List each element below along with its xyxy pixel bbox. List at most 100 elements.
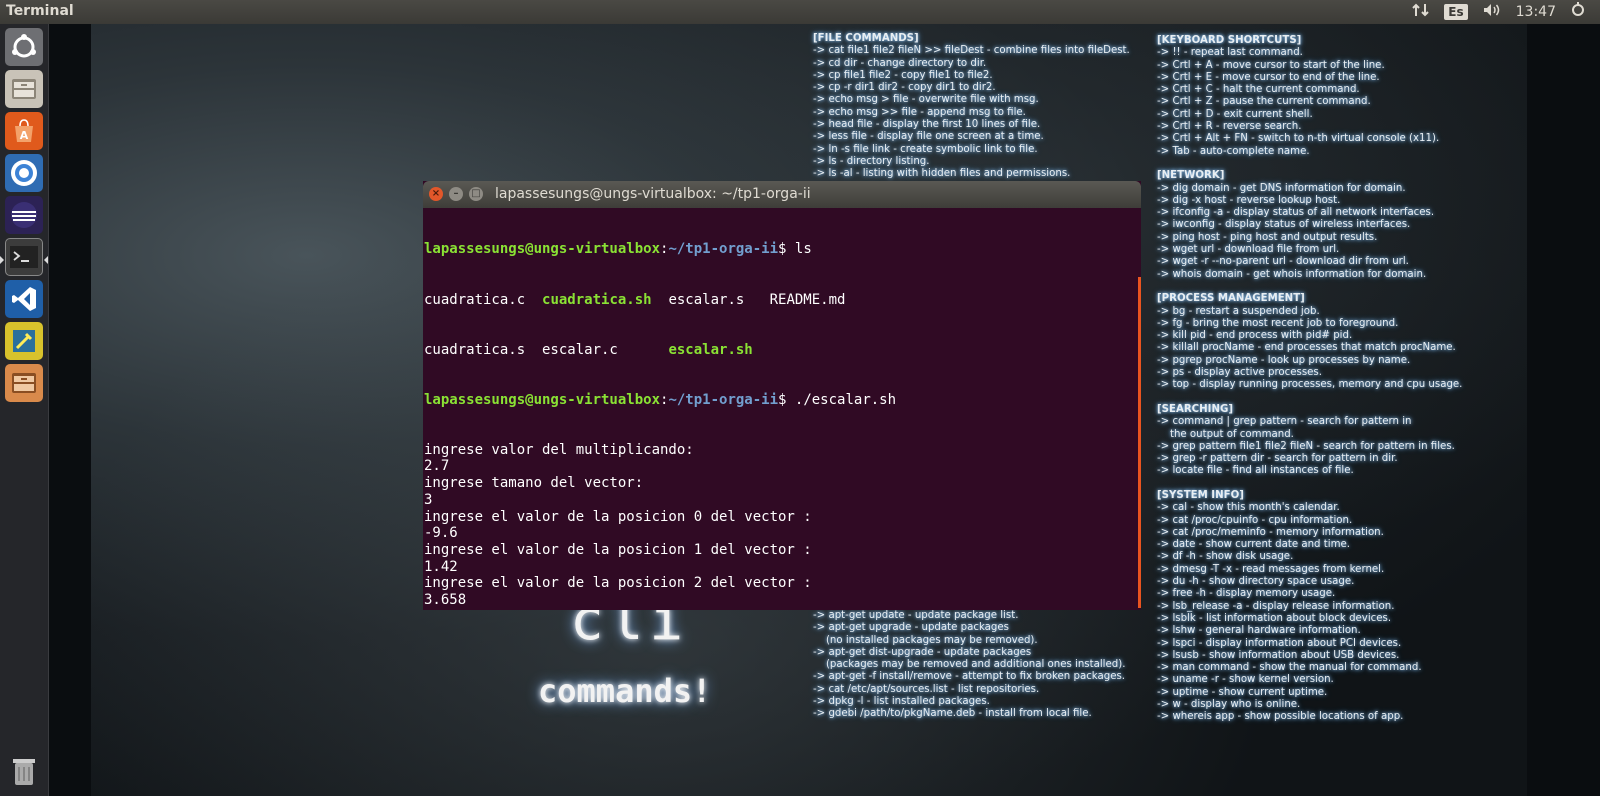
app-title: Terminal	[6, 3, 74, 19]
cheat-line: -> lsblk - list information about block …	[1157, 612, 1392, 624]
clock[interactable]: 13:47	[1516, 4, 1556, 20]
cheat-line	[1157, 392, 1462, 404]
cheat-line: -> fg - bring the most recent job to for…	[1157, 317, 1399, 329]
cheat-line: -> top - display running processes, memo…	[1157, 379, 1463, 391]
files-icon[interactable]	[5, 70, 43, 108]
terminal-output-line: ingrese el valor de la posicion 0 del ve…	[424, 508, 812, 525]
active-arrow-right	[44, 256, 48, 264]
terminal-output-line: 1.42	[424, 558, 458, 575]
files-icon-2[interactable]	[5, 364, 43, 402]
cheat-line: -> Crtl + A - move cursor to start of th…	[1157, 59, 1385, 71]
cheat-line: -> ping host - ping host and output resu…	[1157, 231, 1378, 243]
cheat-line: -> Crtl + E - move cursor to end of the …	[1157, 71, 1380, 83]
terminal-icon[interactable]	[5, 238, 43, 276]
minimize-icon[interactable]: –	[449, 187, 463, 201]
settings-icon[interactable]	[1570, 2, 1586, 22]
cheat-line: (no installed packages may be removed).	[813, 634, 1038, 646]
command-text: ./escalar.sh	[794, 391, 897, 408]
cheat-line: -> ls - directory listing.	[813, 155, 930, 167]
cheat-line: the output of command.	[1157, 428, 1294, 440]
svg-text:A: A	[20, 129, 29, 142]
cheat-line: -> cd dir - change directory to dir.	[813, 57, 987, 69]
cheat-line: -> man command - show the manual for com…	[1157, 662, 1422, 674]
maximize-icon[interactable]: □	[469, 187, 483, 201]
network-icon[interactable]	[1412, 2, 1430, 22]
ubuntu-dash-icon[interactable]	[5, 28, 43, 66]
terminal-output-line: ingrese tamano del vector:	[424, 475, 644, 492]
cheat-line: -> Crtl + R - reverse search.	[1157, 121, 1302, 133]
cheat-line: -> apt-get update - update package list.	[813, 610, 1019, 621]
cheat-line: -> dig domain - get DNS information for …	[1157, 182, 1406, 194]
terminal-scrollbar[interactable]	[1138, 277, 1141, 608]
cheat-line: -> wget url - download file from url.	[1157, 244, 1340, 256]
cheat-line: -> bg - restart a suspended job.	[1157, 305, 1320, 317]
cheat-line: -> !! - repeat last command.	[1157, 47, 1303, 59]
cheat-line: -> command | grep pattern - search for p…	[1157, 416, 1412, 428]
terminal-output-line: ingrese el valor de la posicion 1 del ve…	[424, 541, 812, 558]
cheat-line: -> kill pid - end process with pid# pid.	[1157, 330, 1353, 342]
cheat-line: -> apt-get -f install/remove - attempt t…	[813, 671, 1126, 683]
cheat-line: -> lsb_release -a - display release info…	[1157, 600, 1395, 612]
chromium-icon[interactable]	[5, 154, 43, 192]
cheat-line: -> wget -r --no-parent url - download di…	[1157, 256, 1409, 268]
cheat-line: -> pgrep procName - look up processes by…	[1157, 354, 1411, 366]
cheat-line: -> uname -r - show kernel version.	[1157, 674, 1334, 686]
cheat-line: -> apt-get dist-upgrade - update package…	[813, 646, 1032, 658]
cheat-line: -> locate file - find all instances of f…	[1157, 465, 1354, 477]
cheat-line: -> echo msg > file - overwrite file with…	[813, 94, 1039, 106]
cheat-line: [NETWORK]	[1157, 170, 1225, 182]
cheat-line: -> ps - display active processes.	[1157, 367, 1322, 379]
cheat-line: -> iwconfig - display status of wireless…	[1157, 219, 1411, 231]
cheat-line: -> Crtl + D - exit current shell.	[1157, 108, 1313, 120]
cheat-line: -> killall procName - end processes that…	[1157, 342, 1456, 354]
cheat-line	[1157, 281, 1462, 293]
cheat-line: -> du -h - show directory space usage.	[1157, 576, 1355, 588]
terminal-output-line: 3	[424, 491, 433, 508]
close-icon[interactable]: ×	[429, 187, 443, 201]
cheat-line: -> cat /etc/apt/sources.list - list repo…	[813, 683, 1040, 695]
eclipse-icon[interactable]	[5, 196, 43, 234]
software-center-icon[interactable]: A	[5, 112, 43, 150]
keyboard-layout-indicator[interactable]: Es	[1444, 4, 1468, 20]
cheat-line: [SYSTEM INFO]	[1157, 489, 1244, 501]
indicator-area: Es 13:47	[1412, 2, 1586, 22]
vscode-icon[interactable]	[5, 280, 43, 318]
cheat-line: -> Crtl + Alt + FN - switch to n-th virt…	[1157, 133, 1440, 145]
cheat-line: -> dig -x host - reverse lookup host.	[1157, 194, 1341, 206]
cheat-line: -> apt-get upgrade - update packages	[813, 622, 1009, 634]
cheat-line: -> head file - display the first 10 line…	[813, 119, 1041, 131]
cheat-line: -> Crtl + Z - pause the current command.	[1157, 96, 1371, 108]
cheat-line: -> ln -s file link - create symbolic lin…	[813, 143, 1038, 155]
cheat-line: -> cat /proc/cpuinfo - cpu information.	[1157, 514, 1353, 526]
terminal-output-line: ingrese el valor de la posicion 2 del ve…	[424, 575, 812, 592]
top-panel: Terminal Es 13:47	[0, 0, 1600, 24]
cheat-line: -> dpkg -l - list installed packages.	[813, 696, 990, 708]
volume-icon[interactable]	[1482, 2, 1502, 22]
cheat-line	[1157, 478, 1462, 490]
cheat-line: [PROCESS MANAGEMENT]	[1157, 293, 1305, 305]
cheat-line: -> ls -al - listing with hidden files an…	[813, 168, 1071, 180]
cheat-line: -> grep -r pattern dir - search for patt…	[1157, 453, 1398, 465]
window-title: lapassesungs@ungs-virtualbox: ~/tp1-orga…	[495, 186, 811, 202]
ls-output-row: cuadratica.s escalar.c escalar.sh	[424, 341, 753, 358]
cheat-line: -> uptime - show current uptime.	[1157, 686, 1328, 698]
cheat-package-commands: -> apt-get update - update package list.…	[813, 610, 1125, 721]
terminal-body[interactable]: lapassesungs@ungs-virtualbox:~/tp1-orga-…	[424, 208, 1134, 608]
cheat-right-column: [KEYBOARD SHORTCUTS] -> !! - repeat last …	[1157, 35, 1462, 724]
command-text: ls	[794, 241, 812, 258]
cheat-line: -> gdebi /path/to/pkgName.deb - install …	[813, 708, 1092, 720]
cheat-line: -> whois domain - get whois information …	[1157, 268, 1427, 280]
cheat-line: -> echo msg >> file - append msg to file…	[813, 106, 1026, 118]
system-tools-icon[interactable]	[5, 322, 43, 360]
terminal-output-line: 2.7	[424, 458, 450, 475]
active-arrow-left	[0, 256, 4, 264]
cheat-line: -> lspci - display information about PCI…	[1157, 637, 1402, 649]
cheat-line: -> cal - show this month's calendar.	[1157, 502, 1340, 514]
terminal-window[interactable]: × – □ lapassesungs@ungs-virtualbox: ~/tp…	[423, 181, 1141, 610]
prompt-line: lapassesungs@ungs-virtualbox:~/tp1-orga-…	[424, 391, 897, 408]
cheat-line: [KEYBOARD SHORTCUTS]	[1157, 35, 1302, 46]
cheat-line: -> free -h - display memory usage.	[1157, 588, 1336, 600]
window-titlebar[interactable]: × – □ lapassesungs@ungs-virtualbox: ~/tp…	[423, 181, 1141, 208]
trash-icon[interactable]	[5, 752, 43, 790]
terminal-output-line: -9.6	[424, 525, 458, 542]
